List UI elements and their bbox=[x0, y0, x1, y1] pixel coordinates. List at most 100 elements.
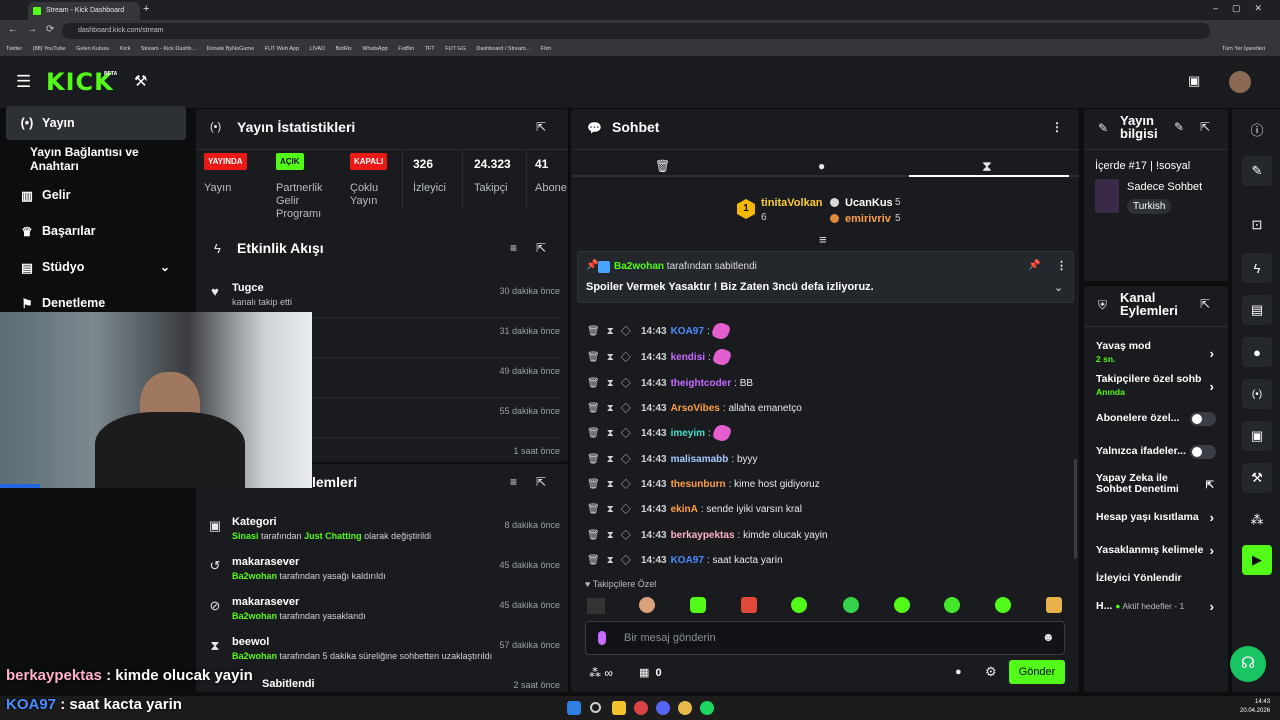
bookmark[interactable]: LİVAD bbox=[310, 46, 326, 52]
chevron-right-icon[interactable]: › bbox=[1210, 379, 1214, 394]
bookmark[interactable]: FUT Web App bbox=[265, 46, 299, 52]
bookmark[interactable]: Gelen Kutusu bbox=[76, 46, 109, 52]
pinned-by-user[interactable]: Ba2wohan bbox=[614, 261, 664, 272]
message-actions[interactable]: 🗑⧗◇ bbox=[587, 326, 641, 337]
message-user[interactable]: berkaypektas bbox=[671, 530, 735, 541]
trash-icon[interactable]: 🗑 bbox=[655, 159, 670, 173]
bookmark[interactable]: WhatsApp bbox=[362, 46, 387, 52]
nav-buttons[interactable]: ←→⟳ bbox=[8, 24, 63, 35]
sidebar-item-gelir[interactable]: ▥ Gelir bbox=[0, 177, 190, 213]
sidebar-item-basarilar[interactable]: ♛ Başarılar bbox=[0, 213, 190, 249]
filter-icon[interactable]: ≡ bbox=[510, 475, 517, 489]
subs-only-toggle[interactable] bbox=[1190, 412, 1216, 426]
leader-name[interactable]: emirivriv bbox=[845, 213, 891, 225]
message-user[interactable]: theightcoder bbox=[671, 378, 732, 389]
app-icon[interactable] bbox=[634, 701, 648, 715]
emotes-only-toggle[interactable] bbox=[1190, 445, 1216, 459]
more-options-icon[interactable]: ⋮ bbox=[1051, 120, 1063, 134]
expand-icon[interactable]: ⇱ bbox=[536, 120, 546, 134]
chat-scrollbar[interactable] bbox=[1074, 459, 1077, 559]
gear-icon[interactable]: ⚙ bbox=[985, 664, 997, 680]
points-icon[interactable]: ⁂ bbox=[1242, 505, 1272, 535]
document-icon[interactable]: ▤ bbox=[1242, 295, 1272, 325]
unpin-icon[interactable]: 📌 bbox=[1028, 260, 1040, 271]
action-followers-only[interactable]: Takipçilere özel sohb Anında bbox=[1096, 373, 1218, 397]
message-actions[interactable]: 🗑⧗◇ bbox=[587, 555, 641, 566]
avatar[interactable] bbox=[1229, 71, 1251, 93]
chevron-down-icon[interactable]: ⌄ bbox=[160, 260, 170, 274]
send-button[interactable]: Gönder bbox=[1009, 660, 1065, 684]
start-icon[interactable] bbox=[567, 701, 581, 715]
bookmark[interactable]: Twitter bbox=[6, 46, 22, 52]
action-account-age[interactable]: Hesap yaşı kısıtlama bbox=[1096, 511, 1218, 523]
chevron-right-icon[interactable]: › bbox=[1210, 543, 1214, 558]
chat-bubble-icon[interactable]: ● bbox=[955, 666, 962, 678]
emote-icon[interactable] bbox=[894, 597, 910, 613]
message-actions[interactable]: 🗑⧗◇ bbox=[587, 378, 641, 389]
browser-tab[interactable]: Stream - Kick Dashboard bbox=[28, 2, 140, 20]
message-user[interactable]: kendisi bbox=[671, 352, 705, 363]
layout-icon[interactable]: ▣ bbox=[1242, 421, 1272, 451]
message-user[interactable]: ArsoVibes bbox=[671, 403, 720, 414]
bookmark[interactable]: Kick bbox=[120, 46, 130, 52]
sidebar-item-studyo[interactable]: ▤ Stüdyo ⌄ bbox=[0, 249, 190, 285]
expand-icon[interactable]: ⇱ bbox=[536, 241, 546, 255]
stream-category[interactable]: Sadece Sohbet bbox=[1127, 181, 1202, 193]
chevron-right-icon[interactable]: › bbox=[1210, 510, 1214, 525]
message-actions[interactable]: 🗑⧗◇ bbox=[587, 504, 641, 515]
message-actions[interactable]: 🗑⧗◇ bbox=[587, 403, 641, 414]
bookmark[interactable]: Stream - Kick Dashb... bbox=[141, 46, 196, 52]
wrench-icon[interactable]: ⚒ bbox=[1242, 463, 1272, 493]
new-tab-icon[interactable]: + bbox=[143, 3, 149, 15]
channel-points[interactable]: ⁂ ∞ bbox=[589, 666, 613, 680]
sidebar-item-stream-key[interactable]: Yayın Bağlantısı ve Anahtarı bbox=[0, 141, 190, 177]
emote-icon[interactable] bbox=[1046, 597, 1062, 613]
bookmark[interactable]: Dashboard / Stream... bbox=[476, 46, 530, 52]
message-user[interactable]: ekinA bbox=[671, 504, 698, 515]
all-bookmarks[interactable]: Tüm Yer İşaretleri bbox=[1222, 42, 1265, 56]
expand-icon[interactable]: ⇱ bbox=[536, 475, 546, 489]
bookmark[interactable]: BotRix bbox=[336, 46, 352, 52]
chevron-right-icon[interactable]: › bbox=[1210, 346, 1214, 361]
chat-input[interactable]: Bir mesaj gönderin ☻ bbox=[585, 621, 1065, 655]
message-user[interactable]: malisamabb bbox=[671, 454, 729, 465]
emote-icon[interactable] bbox=[944, 597, 960, 613]
file-explorer-icon[interactable] bbox=[612, 701, 626, 715]
sidebar-item-yayin[interactable]: (•) Yayın bbox=[0, 105, 190, 141]
clip-icon[interactable]: ▶ bbox=[1242, 545, 1272, 575]
external-link-icon[interactable]: ⇱ bbox=[1206, 480, 1214, 491]
broadcast-icon[interactable]: (•) bbox=[1242, 379, 1272, 409]
action-ai-moderation[interactable]: Yapay Zeka ile Sohbet Denetimi bbox=[1096, 473, 1192, 495]
leader-name[interactable]: UcanKus bbox=[845, 197, 893, 209]
expand-icon[interactable]: ⇱ bbox=[1200, 120, 1210, 134]
bookmark[interactable]: FUT GG bbox=[445, 46, 466, 52]
message-user[interactable]: imeyim bbox=[671, 428, 705, 439]
bookmark[interactable]: FutBin bbox=[398, 46, 414, 52]
hourglass-icon[interactable]: ⧗ bbox=[982, 158, 992, 175]
discord-icon[interactable] bbox=[656, 701, 670, 715]
message-actions[interactable]: 🗑⧗◇ bbox=[587, 454, 641, 465]
edit-icon[interactable]: ✎ bbox=[1174, 120, 1184, 134]
filter-icon[interactable]: ≡ bbox=[510, 241, 517, 255]
info-icon[interactable]: ⓘ bbox=[1242, 114, 1272, 144]
category-thumbnail[interactable] bbox=[1095, 179, 1119, 213]
emote-icon[interactable] bbox=[791, 597, 807, 613]
gift-counter[interactable]: ▦ 0 bbox=[639, 666, 662, 679]
emote-icon[interactable] bbox=[639, 597, 655, 613]
leader-name[interactable]: tinitaVolkan bbox=[761, 197, 823, 209]
search-icon[interactable] bbox=[590, 702, 601, 713]
emoji-icon[interactable]: ☻ bbox=[1042, 630, 1055, 644]
emote-icon[interactable] bbox=[690, 597, 706, 613]
bookmark[interactable]: Film bbox=[541, 46, 551, 52]
message-actions[interactable]: 🗑⧗◇ bbox=[587, 530, 641, 541]
focus-icon[interactable]: ⊡ bbox=[1242, 210, 1272, 240]
edit-icon[interactable]: ✎ bbox=[1242, 156, 1272, 186]
chat-bubble-icon[interactable]: ● bbox=[1242, 337, 1272, 367]
action-goals[interactable]: H... ● Aktif hedefler - 1 bbox=[1096, 600, 1218, 612]
message-user[interactable]: thesunburn bbox=[671, 479, 726, 490]
system-clock[interactable]: 14:43 20.04.2026 bbox=[1240, 698, 1270, 716]
bookmark[interactable]: (88) YouTube bbox=[33, 46, 66, 52]
collapse-icon[interactable]: ≡ bbox=[819, 232, 827, 247]
emote-icon[interactable] bbox=[741, 597, 757, 613]
chevron-down-icon[interactable]: ⌄ bbox=[1054, 281, 1063, 294]
